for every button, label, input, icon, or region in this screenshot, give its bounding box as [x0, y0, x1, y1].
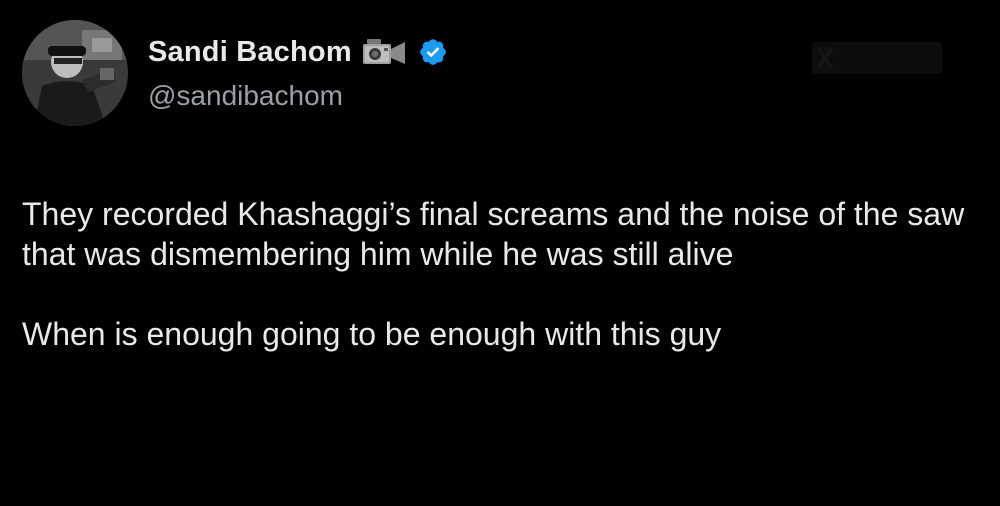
display-name[interactable]: Sandi Bachom	[148, 36, 352, 69]
user-handle[interactable]: @sandibachom	[148, 80, 343, 112]
tweet-paragraph: They recorded Khashaggi’s final screams …	[22, 196, 965, 272]
video-camera-icon	[362, 37, 408, 67]
tweet-card: Sandi Bachom @sandibachom They recorded …	[0, 0, 1000, 506]
name-row: Sandi Bachom	[148, 33, 448, 71]
watermark	[812, 38, 942, 78]
profile-photo	[22, 20, 128, 126]
avatar[interactable]	[22, 20, 128, 126]
verified-badge-icon	[418, 37, 448, 67]
tweet-text: They recorded Khashaggi’s final screams …	[22, 194, 982, 354]
tweet-paragraph: When is enough going to be enough with t…	[22, 316, 722, 352]
